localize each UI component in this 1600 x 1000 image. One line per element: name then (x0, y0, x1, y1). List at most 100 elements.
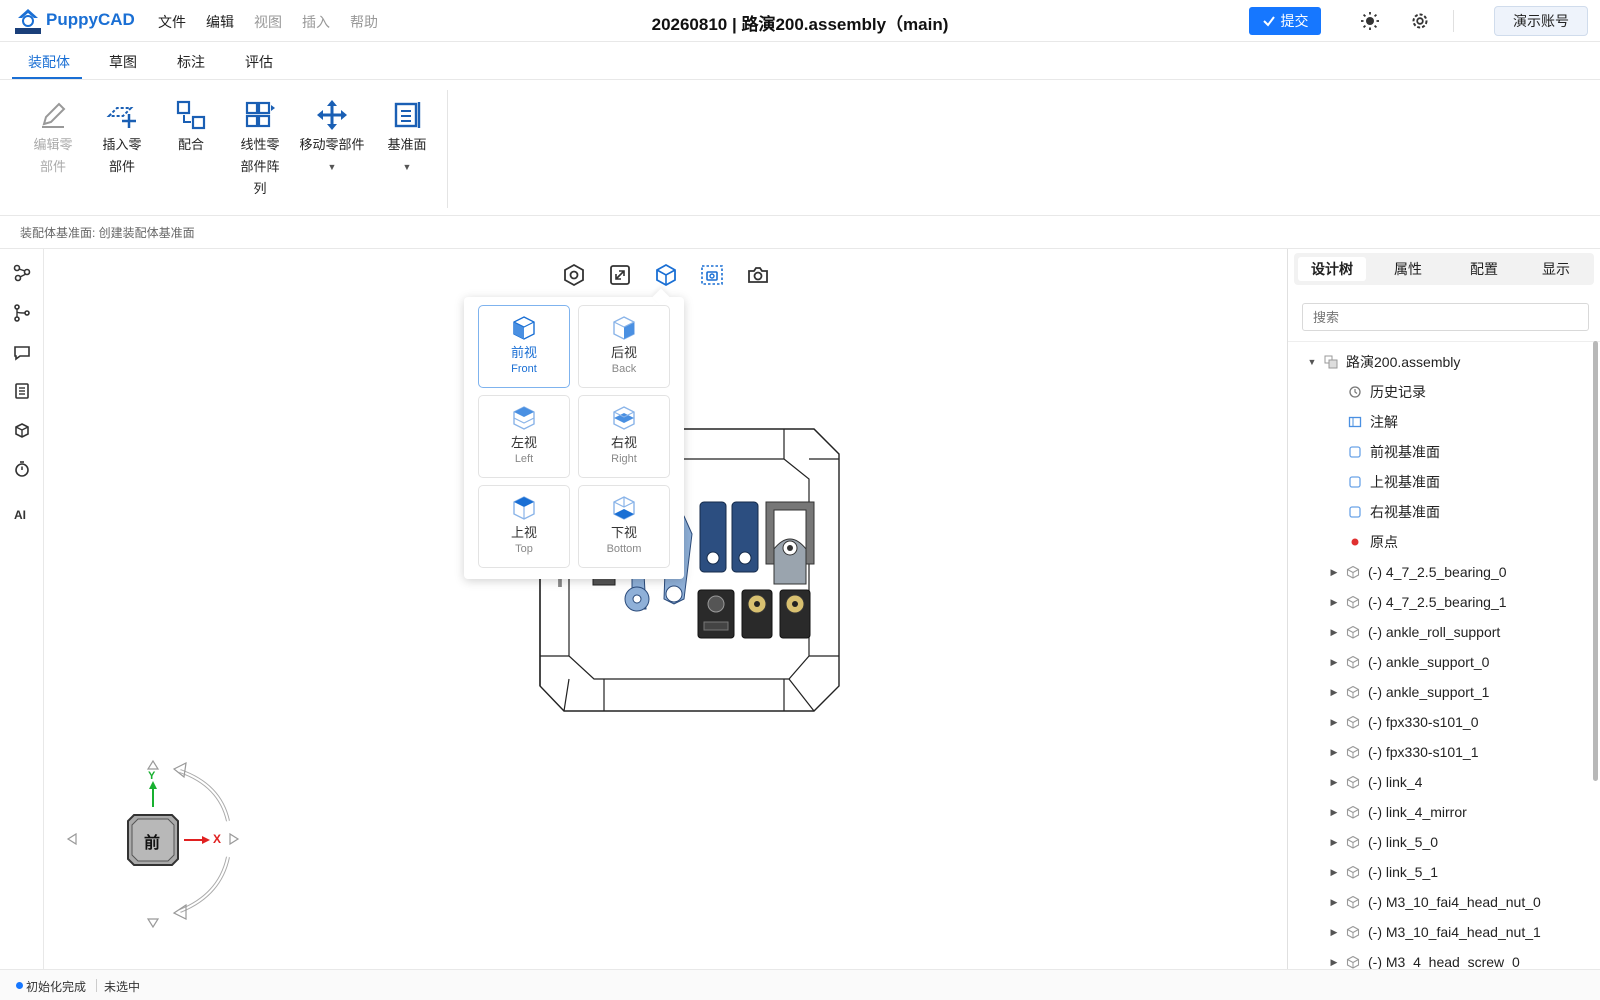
history-icon (1349, 386, 1361, 398)
tree-part-item[interactable]: ▶ (-) 4_7_2.5_bearing_0 (1328, 561, 1507, 583)
camera-screenshot-icon[interactable] (746, 263, 770, 287)
tree-part-item[interactable]: ▶ (-) link_5_0 (1328, 831, 1439, 853)
tree-feature-item[interactable]: 右视基准面 (1348, 501, 1440, 523)
linear-pattern-icon (245, 101, 275, 128)
header-divider (1453, 10, 1454, 32)
view-left-button[interactable]: 左视 Left (478, 395, 570, 478)
expand-arrow-icon[interactable]: ▶ (1328, 627, 1340, 638)
theme-sun-icon[interactable] (1359, 10, 1381, 32)
tree-root-assembly[interactable]: ▼ 路演200.assembly (1306, 351, 1461, 373)
view-cube-navigator[interactable] (62, 749, 292, 939)
fit-view-icon[interactable] (608, 263, 632, 287)
move-part-button[interactable]: 移动零部件 ▼ (296, 98, 368, 178)
insert-part-button[interactable]: 插入零 部件 (91, 98, 153, 178)
tree-part-item[interactable]: ▶ (-) ankle_roll_support (1328, 621, 1501, 643)
part-icon (1346, 805, 1360, 819)
tree-part-label: (-) ankle_support_1 (1368, 684, 1490, 700)
display-mode-icon[interactable] (562, 263, 586, 287)
expand-arrow-icon[interactable]: ▶ (1328, 807, 1340, 818)
linear-pattern-button[interactable]: 线性零 部件阵 列 (229, 98, 291, 200)
menu-edit[interactable]: 编辑 (206, 12, 234, 32)
tree-feature-label: 原点 (1370, 534, 1398, 550)
move-part-dropdown-icon[interactable]: ▼ (296, 156, 368, 178)
parts-box-icon[interactable] (12, 421, 32, 441)
tab-configuration[interactable]: 配置 (1450, 257, 1518, 281)
expand-arrow-icon[interactable]: ▶ (1328, 897, 1340, 908)
tree-feature-item[interactable]: 原点 (1348, 531, 1398, 553)
edit-part-button[interactable]: 编辑零 部件 (22, 98, 84, 178)
view-front-label: 前视 (510, 345, 537, 360)
top-bar: PuppyCAD 文件 编辑 视图 插入 帮助 20260810 | 路演200… (0, 0, 1600, 42)
plane-icon (1349, 446, 1361, 458)
assembly-tree-icon[interactable] (12, 263, 32, 283)
command-hint: 装配体基准面: 创建装配体基准面 (20, 226, 195, 240)
collapse-arrow-icon[interactable]: ▼ (1306, 357, 1318, 367)
tree-part-item[interactable]: ▶ (-) fpx330-s101_0 (1328, 711, 1479, 733)
standard-views-popup: 前视 Front 后视 Back 左视 Left 右视 Right 上视 Top… (464, 288, 684, 579)
mate-button[interactable]: 配合 (160, 98, 222, 156)
tree-feature-item[interactable]: 注解 (1348, 411, 1398, 433)
expand-arrow-icon[interactable]: ▶ (1328, 837, 1340, 848)
status-bar: 初始化完成 未选中 (0, 969, 1600, 1000)
datum-plane-dropdown-icon[interactable]: ▼ (376, 156, 438, 178)
expand-arrow-icon[interactable]: ▶ (1328, 567, 1340, 578)
tree-part-label: (-) link_4 (1368, 774, 1423, 790)
view-front-button[interactable]: 前视 Front (478, 305, 570, 388)
tree-part-item[interactable]: ▶ (-) M3_10_fai4_head_nut_1 (1328, 921, 1541, 943)
tree-part-item[interactable]: ▶ (-) ankle_support_1 (1328, 681, 1490, 703)
view-right-button[interactable]: 右视 Right (578, 395, 670, 478)
tree-scrollbar[interactable] (1593, 341, 1598, 781)
branch-icon[interactable] (12, 303, 32, 323)
stopwatch-icon[interactable] (12, 459, 32, 479)
view-left-label: 左视 (510, 435, 537, 450)
view-cube-face-label[interactable]: 前 (144, 829, 160, 853)
view-bottom-button[interactable]: 下视 Bottom (578, 485, 670, 568)
tab-sketch[interactable]: 草图 (109, 52, 137, 72)
tree-part-item[interactable]: ▶ (-) M3_10_fai4_head_nut_0 (1328, 891, 1541, 913)
tree-feature-item[interactable]: 历史记录 (1348, 381, 1426, 403)
menu-help[interactable]: 帮助 (350, 12, 378, 32)
expand-arrow-icon[interactable]: ▶ (1328, 777, 1340, 788)
datum-plane-button[interactable]: 基准面 ▼ (376, 98, 438, 178)
tab-evaluate[interactable]: 评估 (245, 52, 273, 72)
menu-insert[interactable]: 插入 (302, 12, 330, 32)
settings-gear-icon[interactable] (1409, 10, 1431, 32)
tree-part-item[interactable]: ▶ (-) link_4 (1328, 771, 1423, 793)
region-screenshot-icon[interactable] (700, 263, 724, 287)
expand-arrow-icon[interactable]: ▶ (1328, 747, 1340, 758)
tree-part-item[interactable]: ▶ (-) 4_7_2.5_bearing_1 (1328, 591, 1507, 613)
back-view-icon (613, 316, 635, 340)
expand-arrow-icon[interactable]: ▶ (1328, 957, 1340, 968)
expand-arrow-icon[interactable]: ▶ (1328, 687, 1340, 698)
view-back-button[interactable]: 后视 Back (578, 305, 670, 388)
expand-arrow-icon[interactable]: ▶ (1328, 597, 1340, 608)
view-bottom-label: 下视 (610, 525, 637, 540)
tab-properties[interactable]: 属性 (1374, 257, 1442, 281)
menu-file[interactable]: 文件 (158, 12, 186, 32)
submit-button[interactable]: 提交 (1249, 7, 1321, 35)
tab-design-tree[interactable]: 设计树 (1298, 257, 1366, 281)
tab-display[interactable]: 显示 (1522, 257, 1590, 281)
comment-icon[interactable] (12, 343, 32, 363)
document-list-icon[interactable] (12, 381, 32, 401)
tree-feature-item[interactable]: 上视基准面 (1348, 471, 1440, 493)
account-button[interactable]: 演示账号 (1494, 6, 1588, 36)
expand-arrow-icon[interactable]: ▶ (1328, 657, 1340, 668)
tree-part-item[interactable]: ▶ (-) fpx330-s101_1 (1328, 741, 1479, 763)
tree-part-item[interactable]: ▶ (-) link_4_mirror (1328, 801, 1467, 823)
tree-part-label: (-) M3_10_fai4_head_nut_1 (1368, 924, 1541, 940)
view-orientation-cube-icon[interactable] (654, 263, 678, 287)
tree-search-input[interactable] (1302, 303, 1589, 331)
expand-arrow-icon[interactable]: ▶ (1328, 717, 1340, 728)
tree-part-item[interactable]: ▶ (-) M3_4_head_screw_0 (1328, 951, 1520, 969)
tab-annotation[interactable]: 标注 (177, 52, 205, 72)
tree-part-item[interactable]: ▶ (-) ankle_support_0 (1328, 651, 1490, 673)
expand-arrow-icon[interactable]: ▶ (1328, 867, 1340, 878)
tab-assembly[interactable]: 装配体 (28, 52, 70, 72)
view-top-button[interactable]: 上视 Top (478, 485, 570, 568)
tree-feature-item[interactable]: 前视基准面 (1348, 441, 1440, 463)
ai-assistant-button[interactable]: AI (14, 508, 26, 522)
tree-part-item[interactable]: ▶ (-) link_5_1 (1328, 861, 1439, 883)
menu-view[interactable]: 视图 (254, 12, 282, 32)
expand-arrow-icon[interactable]: ▶ (1328, 927, 1340, 938)
